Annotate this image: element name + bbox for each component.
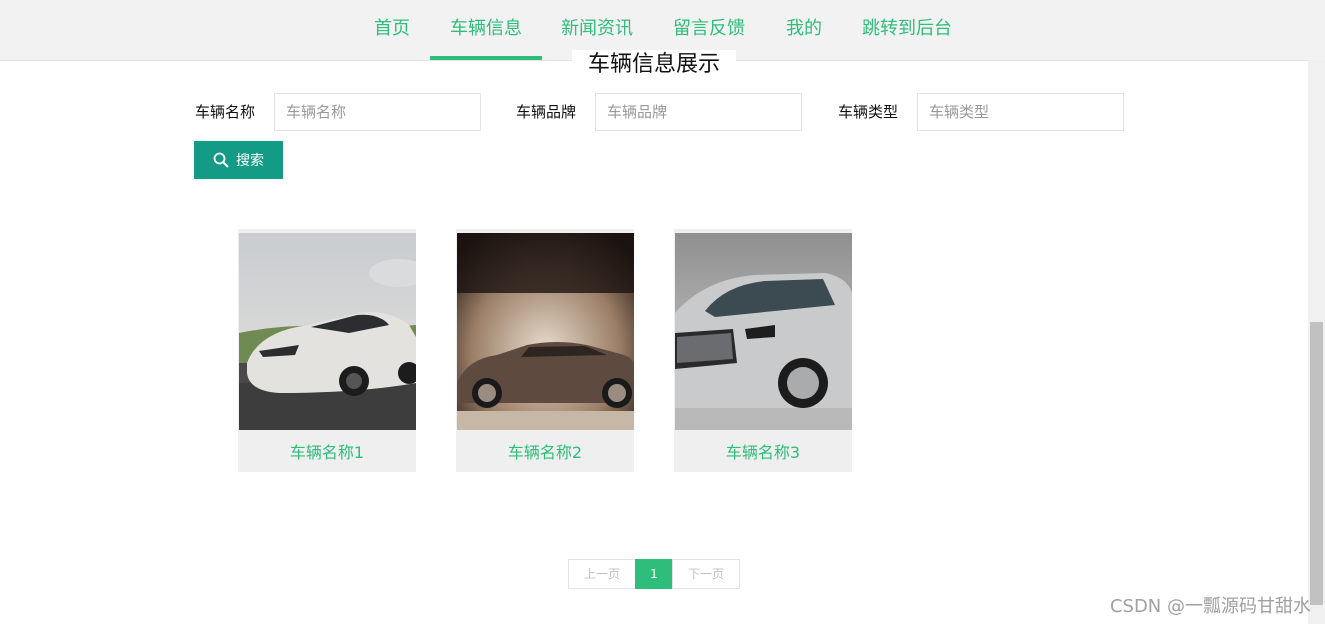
car-card[interactable]: 车辆名称3 (674, 229, 852, 472)
silver-suv-image (675, 233, 852, 430)
nav-item-home[interactable]: 首页 (366, 0, 418, 60)
car-name[interactable]: 车辆名称3 (674, 431, 852, 472)
prev-page-button[interactable]: 上一页 (568, 559, 636, 589)
car-card[interactable]: 车辆名称2 (456, 229, 634, 472)
vehicle-name-label: 车辆名称 (195, 103, 256, 121)
search-button-label: 搜索 (236, 153, 264, 169)
scrollbar-thumb[interactable] (1310, 322, 1323, 605)
car-name[interactable]: 车辆名称1 (238, 431, 416, 472)
car-name[interactable]: 车辆名称2 (456, 431, 634, 472)
nav-item-admin[interactable]: 跳转到后台 (852, 0, 962, 60)
section-title: 车辆信息展示 (572, 50, 736, 76)
nav-item-mine[interactable]: 我的 (776, 0, 832, 60)
search-icon (213, 152, 229, 168)
nav-item-vehicle-info[interactable]: 车辆信息 (430, 0, 542, 60)
car-card[interactable]: 车辆名称1 (238, 229, 416, 472)
white-sports-car-image (239, 233, 416, 430)
watermark: CSDN @一瓢源码甘甜水 (1109, 596, 1311, 617)
vehicle-brand-input[interactable] (595, 93, 802, 131)
vehicle-type-label: 车辆类型 (838, 103, 899, 121)
vehicle-type-input[interactable] (917, 93, 1124, 131)
bronze-luxury-sedan-image (457, 233, 634, 430)
vehicle-brand-label: 车辆品牌 (516, 103, 577, 121)
search-button[interactable]: 搜索 (194, 141, 283, 179)
next-page-button[interactable]: 下一页 (672, 559, 740, 589)
page-number-current[interactable]: 1 (635, 559, 673, 589)
vehicle-name-input[interactable] (274, 93, 481, 131)
